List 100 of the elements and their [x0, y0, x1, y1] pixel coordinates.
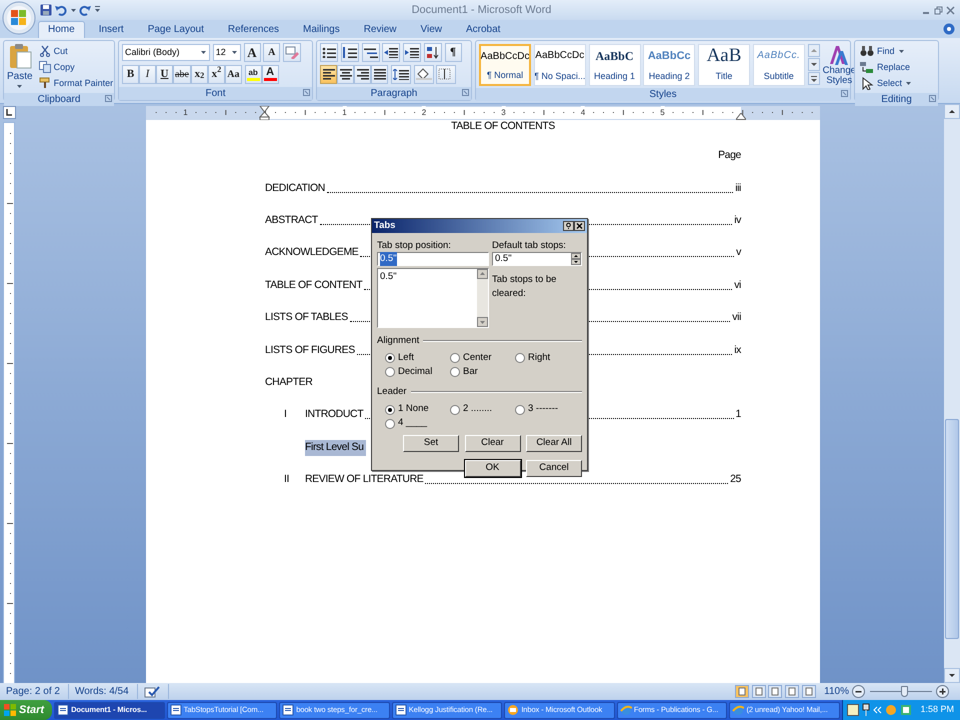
clipboard-button[interactable]: Copy [36, 59, 116, 75]
ribbon-tab[interactable]: Review [354, 21, 406, 38]
align-center-button[interactable] [337, 64, 354, 84]
change-styles-button[interactable]: Change Styles [822, 44, 856, 86]
radio-button[interactable] [515, 353, 525, 364]
radio-button[interactable] [385, 367, 395, 378]
proofing-icon[interactable] [144, 686, 160, 698]
radio-button[interactable] [450, 404, 460, 414]
dialog-button[interactable]: OK [464, 460, 520, 476]
radio-button[interactable] [515, 404, 525, 414]
strike-button[interactable]: abe [173, 64, 191, 84]
grow-font-button[interactable]: A [244, 43, 260, 62]
zoom-in-icon[interactable] [936, 685, 950, 698]
dialog-launcher-icon[interactable] [462, 89, 469, 96]
clipboard-button[interactable]: Cut [36, 43, 116, 59]
web-layout-icon[interactable] [768, 685, 782, 698]
shading-icon[interactable] [416, 68, 432, 80]
font-color-button[interactable]: A [262, 64, 279, 84]
align-justify-button[interactable] [371, 64, 388, 84]
tab-stop-list[interactable]: 0.5" [377, 268, 489, 328]
ribbon-tab[interactable]: Mailings [293, 21, 350, 38]
sort-icon[interactable] [426, 46, 440, 59]
decrease-indent-icon[interactable] [384, 47, 398, 58]
network-icon[interactable] [862, 703, 870, 717]
find-button[interactable]: Find [858, 43, 914, 59]
tab-stop-position-field[interactable]: 0.5" [377, 252, 489, 266]
style-gallery-item[interactable]: AaBbCcDc ¶ Normal [479, 44, 531, 86]
numbering-icon[interactable] [342, 47, 357, 58]
dialog-button[interactable]: Set [403, 434, 459, 452]
help-tray-icon[interactable] [847, 704, 859, 716]
bullets-icon[interactable] [322, 47, 336, 58]
caret-icon[interactable] [16, 84, 24, 89]
sub-button[interactable]: x$_{2}$ [190, 64, 208, 84]
close-icon[interactable] [574, 221, 585, 231]
style-gallery-item[interactable]: AaBbCc Heading 2 [643, 44, 696, 86]
clipboard-button[interactable]: Format Painter [36, 75, 116, 91]
default-tab-stops-field[interactable]: 0.5" [492, 252, 582, 266]
slider-thumb[interactable] [900, 686, 908, 697]
tab-selector-icon[interactable] [2, 106, 16, 119]
style-gallery-item[interactable]: AaBbCc. Subtitle [752, 44, 805, 86]
show-marks-button[interactable]: ¶ [444, 43, 462, 62]
highlight-color-button[interactable]: ab [244, 64, 262, 84]
dialog-button[interactable]: Clear [464, 434, 520, 452]
caret-icon[interactable] [230, 50, 238, 55]
undo-icon[interactable] [54, 4, 67, 16]
customize-toolbar-icon[interactable] [94, 6, 101, 14]
style-gallery-item[interactable]: AaBbC Heading 1 [588, 44, 640, 86]
scroll-up-icon[interactable] [944, 104, 960, 119]
dialog-button[interactable]: Cancel [526, 460, 582, 476]
dialog-launcher-icon[interactable] [929, 95, 936, 102]
spinner-icon[interactable] [571, 253, 581, 265]
increase-indent-icon[interactable] [405, 47, 419, 58]
sup-button[interactable]: x$^{2}$ [208, 64, 225, 84]
select-button[interactable]: Select [858, 75, 914, 91]
case-button[interactable]: Aa [224, 64, 242, 84]
ribbon-tab[interactable]: Acrobat [456, 21, 510, 38]
caret-icon[interactable] [898, 48, 905, 54]
restore-icon[interactable] [934, 6, 943, 14]
bold-button[interactable]: B [122, 64, 139, 84]
dialog-launcher-icon[interactable] [303, 89, 310, 96]
underline-button[interactable]: U [156, 64, 173, 84]
style-gallery-item[interactable]: AaB Title [698, 44, 750, 86]
paste-button[interactable]: Paste [7, 43, 33, 91]
outline-icon[interactable] [785, 685, 800, 698]
dialog-button[interactable]: Clear All [526, 434, 582, 452]
align-left-button[interactable] [320, 64, 337, 84]
help-icon[interactable] [563, 221, 574, 231]
italic-button[interactable]: I [139, 64, 156, 84]
indent-marker-icon[interactable] [259, 106, 270, 120]
ribbon-tab[interactable]: Home [38, 21, 85, 38]
start-button[interactable]: Start [0, 700, 52, 720]
radio-button[interactable] [450, 367, 460, 378]
dialog-launcher-icon[interactable] [841, 90, 848, 97]
ribbon-tab[interactable]: Page Layout [138, 21, 214, 38]
caret-icon[interactable] [70, 8, 76, 12]
dialog-launcher-icon[interactable] [105, 95, 112, 102]
replace-button[interactable]: Replace [858, 59, 914, 75]
radio-button[interactable] [385, 404, 395, 414]
shrink-font-button[interactable]: A [263, 43, 280, 62]
multilevel-list-icon[interactable] [364, 47, 378, 58]
redo-icon[interactable] [79, 4, 92, 16]
reading-layout-icon[interactable] [752, 685, 766, 698]
more-styles-icon[interactable] [808, 72, 820, 85]
font-size-field[interactable]: 12 [212, 44, 241, 61]
align-right-button[interactable] [354, 64, 371, 84]
radio-button[interactable] [385, 418, 395, 428]
clear-formatting-button[interactable] [283, 43, 301, 62]
draft-icon[interactable] [802, 685, 816, 698]
font-name-field[interactable]: Calibri (Body) [122, 44, 210, 61]
scroll-thumb[interactable] [945, 419, 959, 639]
save-icon[interactable] [40, 4, 52, 16]
style-gallery-item[interactable]: AaBbCcDc ¶ No Spaci... [534, 44, 586, 86]
zoom-slider[interactable] [870, 685, 932, 698]
scroll-down-icon[interactable] [808, 58, 820, 71]
caret-icon[interactable] [905, 80, 912, 86]
list-item[interactable]: 0.5" [380, 270, 397, 284]
radio-button[interactable] [385, 353, 395, 364]
scroll-down-icon[interactable] [944, 668, 960, 683]
ribbon-tab[interactable]: View [410, 21, 452, 38]
ribbon-tab[interactable]: Insert [88, 21, 134, 38]
